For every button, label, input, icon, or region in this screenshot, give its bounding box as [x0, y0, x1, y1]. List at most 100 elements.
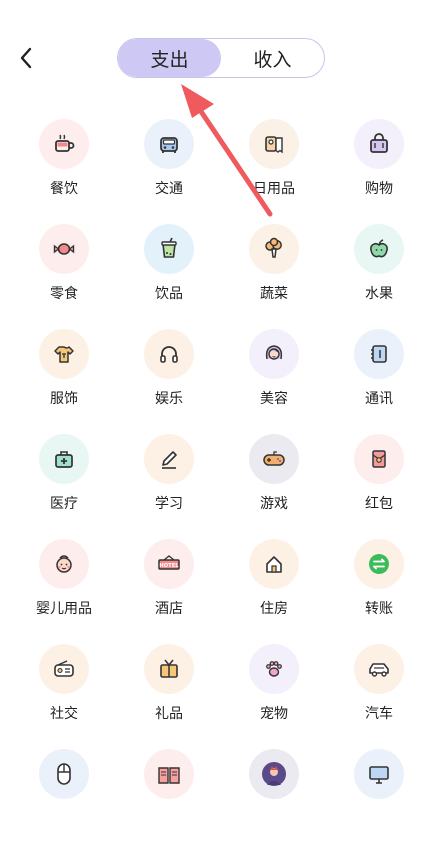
category-icon-circle [39, 329, 89, 379]
category-label: 零食 [50, 286, 78, 302]
category-label: 转账 [365, 601, 393, 617]
category-item[interactable] [327, 749, 431, 845]
category-item[interactable]: 社交 [12, 644, 116, 740]
category-icon-circle [144, 224, 194, 274]
category-icon-circle [354, 434, 404, 484]
category-label: 婴儿用品 [36, 601, 92, 617]
category-item[interactable]: 住房 [222, 539, 326, 635]
category-icon-circle [249, 329, 299, 379]
hotel-sign-icon: HOTEL [158, 555, 180, 570]
category-icon-circle [249, 644, 299, 694]
open-book-icon [158, 767, 180, 784]
radio-icon [54, 660, 74, 677]
broccoli-icon [265, 237, 282, 258]
category-item[interactable]: 日用品 [222, 119, 326, 215]
tissue-roll-icon [265, 136, 283, 154]
category-item[interactable] [222, 749, 326, 845]
category-icon-circle [39, 539, 89, 589]
category-icon-circle [144, 329, 194, 379]
category-label: 酒店 [155, 601, 183, 617]
category-icon-circle [39, 119, 89, 169]
house-icon [266, 556, 282, 573]
category-label: 服饰 [50, 391, 78, 407]
category-item[interactable]: 水果 [327, 224, 431, 320]
category-item[interactable]: 交通 [117, 119, 221, 215]
category-icon-circle [249, 224, 299, 274]
category-item[interactable]: 宠物 [222, 644, 326, 740]
category-label: 通讯 [365, 391, 393, 407]
category-item[interactable]: 学习 [117, 434, 221, 530]
category-item[interactable]: HOTEL 酒店 [117, 539, 221, 635]
medical-kit-icon [55, 451, 73, 468]
headphones-icon [160, 346, 178, 363]
person-avatar-icon [262, 762, 286, 786]
mouse-icon [57, 763, 71, 785]
category-label: 饮品 [155, 286, 183, 302]
category-item[interactable]: 红包 [327, 434, 431, 530]
category-label: 红包 [365, 496, 393, 512]
category-label: 礼品 [155, 706, 183, 722]
svg-text:HOTEL: HOTEL [159, 563, 179, 569]
category-label: 日用品 [253, 181, 295, 197]
category-item[interactable]: 礼品 [117, 644, 221, 740]
category-item[interactable]: 汽车 [327, 644, 431, 740]
pencil-icon [162, 451, 177, 469]
category-label: 购物 [365, 181, 393, 197]
category-icon-circle [354, 224, 404, 274]
category-label: 蔬菜 [260, 286, 288, 302]
category-label: 娱乐 [155, 391, 183, 407]
category-icon-circle [249, 119, 299, 169]
category-item[interactable]: 转账 [327, 539, 431, 635]
car-side-icon [369, 663, 389, 677]
category-label: 学习 [155, 496, 183, 512]
category-item[interactable]: 婴儿用品 [12, 539, 116, 635]
category-icon-circle [249, 539, 299, 589]
category-grid: 餐饮 交通 日用品 购物零食 饮品 蔬菜 水果服饰 娱乐 美容 通讯医疗 学习 游戏 红包婴儿用品 HOT… [0, 0, 441, 799]
monitor-icon [369, 766, 389, 784]
category-item[interactable]: 蔬菜 [222, 224, 326, 320]
bubble-tea-icon [161, 237, 177, 258]
category-item[interactable]: 零食 [12, 224, 116, 320]
category-item[interactable]: 服饰 [12, 329, 116, 425]
category-label: 宠物 [260, 706, 288, 722]
category-icon-circle [144, 434, 194, 484]
category-label: 汽车 [365, 706, 393, 722]
category-icon-circle [39, 644, 89, 694]
coffee-cup-icon [55, 134, 75, 152]
category-item[interactable] [12, 749, 116, 845]
gamepad-icon [263, 451, 285, 466]
category-item[interactable]: 餐饮 [12, 119, 116, 215]
category-icon-circle [354, 644, 404, 694]
category-icon-circle [144, 119, 194, 169]
category-item[interactable]: 娱乐 [117, 329, 221, 425]
transfer-icon [369, 554, 389, 574]
category-label: 美容 [260, 391, 288, 407]
category-label: 社交 [50, 706, 78, 722]
category-item[interactable]: 通讯 [327, 329, 431, 425]
shopping-bag-icon [370, 133, 388, 153]
category-item[interactable]: 医疗 [12, 434, 116, 530]
apple-icon [370, 239, 388, 258]
category-label: 交通 [155, 181, 183, 197]
category-icon-circle: HOTEL [144, 539, 194, 589]
red-envelope-icon [372, 450, 386, 468]
category-item[interactable] [117, 749, 221, 845]
category-item[interactable]: 美容 [222, 329, 326, 425]
gift-tv-icon [160, 659, 178, 678]
category-item[interactable]: 购物 [327, 119, 431, 215]
category-icon-circle [39, 434, 89, 484]
category-label: 住房 [260, 601, 288, 617]
car-icon [160, 137, 178, 153]
phone-book-icon [371, 345, 387, 363]
category-icon-circle [144, 644, 194, 694]
category-item[interactable]: 饮品 [117, 224, 221, 320]
category-icon-circle [354, 329, 404, 379]
paw-icon [266, 661, 282, 677]
category-label: 游戏 [260, 496, 288, 512]
category-item[interactable]: 游戏 [222, 434, 326, 530]
woman-face-icon [265, 345, 283, 360]
category-icon-circle [249, 434, 299, 484]
baby-face-icon [56, 555, 72, 573]
category-icon-circle [354, 119, 404, 169]
category-label: 医疗 [50, 496, 78, 512]
